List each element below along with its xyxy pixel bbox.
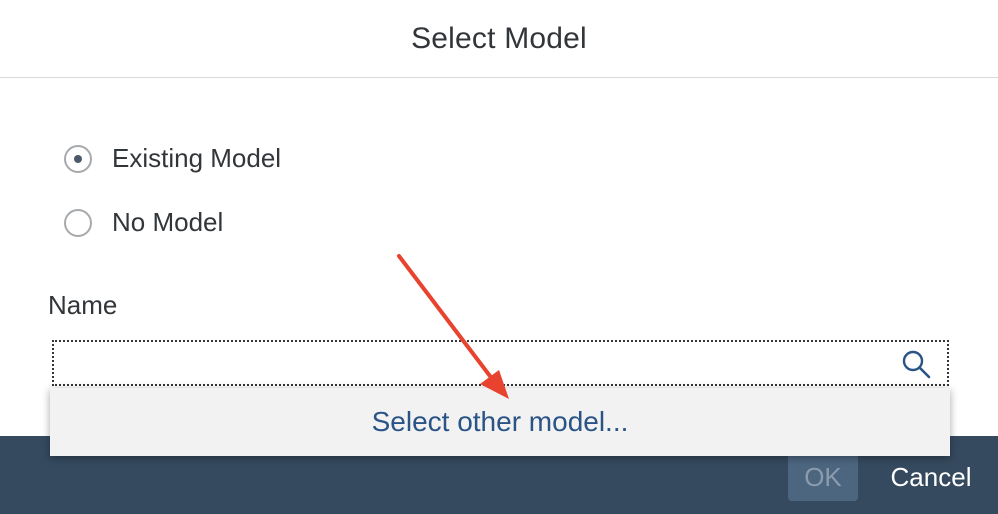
name-field-label: Name — [48, 290, 118, 320]
dialog-header: Select Model — [0, 0, 998, 78]
name-input[interactable] — [52, 340, 949, 386]
radio-button-unselected[interactable] — [64, 208, 92, 237]
ok-button[interactable]: OK — [788, 453, 858, 501]
radio-label-existing-model: Existing Model — [112, 143, 282, 173]
suggestion-text: Select other model... — [371, 406, 629, 437]
dialog-title: Select Model — [411, 21, 587, 55]
search-icon[interactable] — [900, 348, 932, 380]
select-model-dialog: Select Model Existing Model No Model Nam… — [0, 0, 998, 514]
cancel-button[interactable]: Cancel — [876, 453, 986, 501]
radio-dot — [74, 154, 82, 163]
suggestion-item-select-other-model[interactable]: Select other model... — [50, 388, 950, 456]
radio-button-selected[interactable] — [64, 144, 92, 173]
radio-existing-model[interactable]: Existing Model — [64, 143, 281, 174]
radio-label-no-model: No Model — [112, 207, 224, 237]
radio-no-model[interactable]: No Model — [64, 207, 223, 238]
